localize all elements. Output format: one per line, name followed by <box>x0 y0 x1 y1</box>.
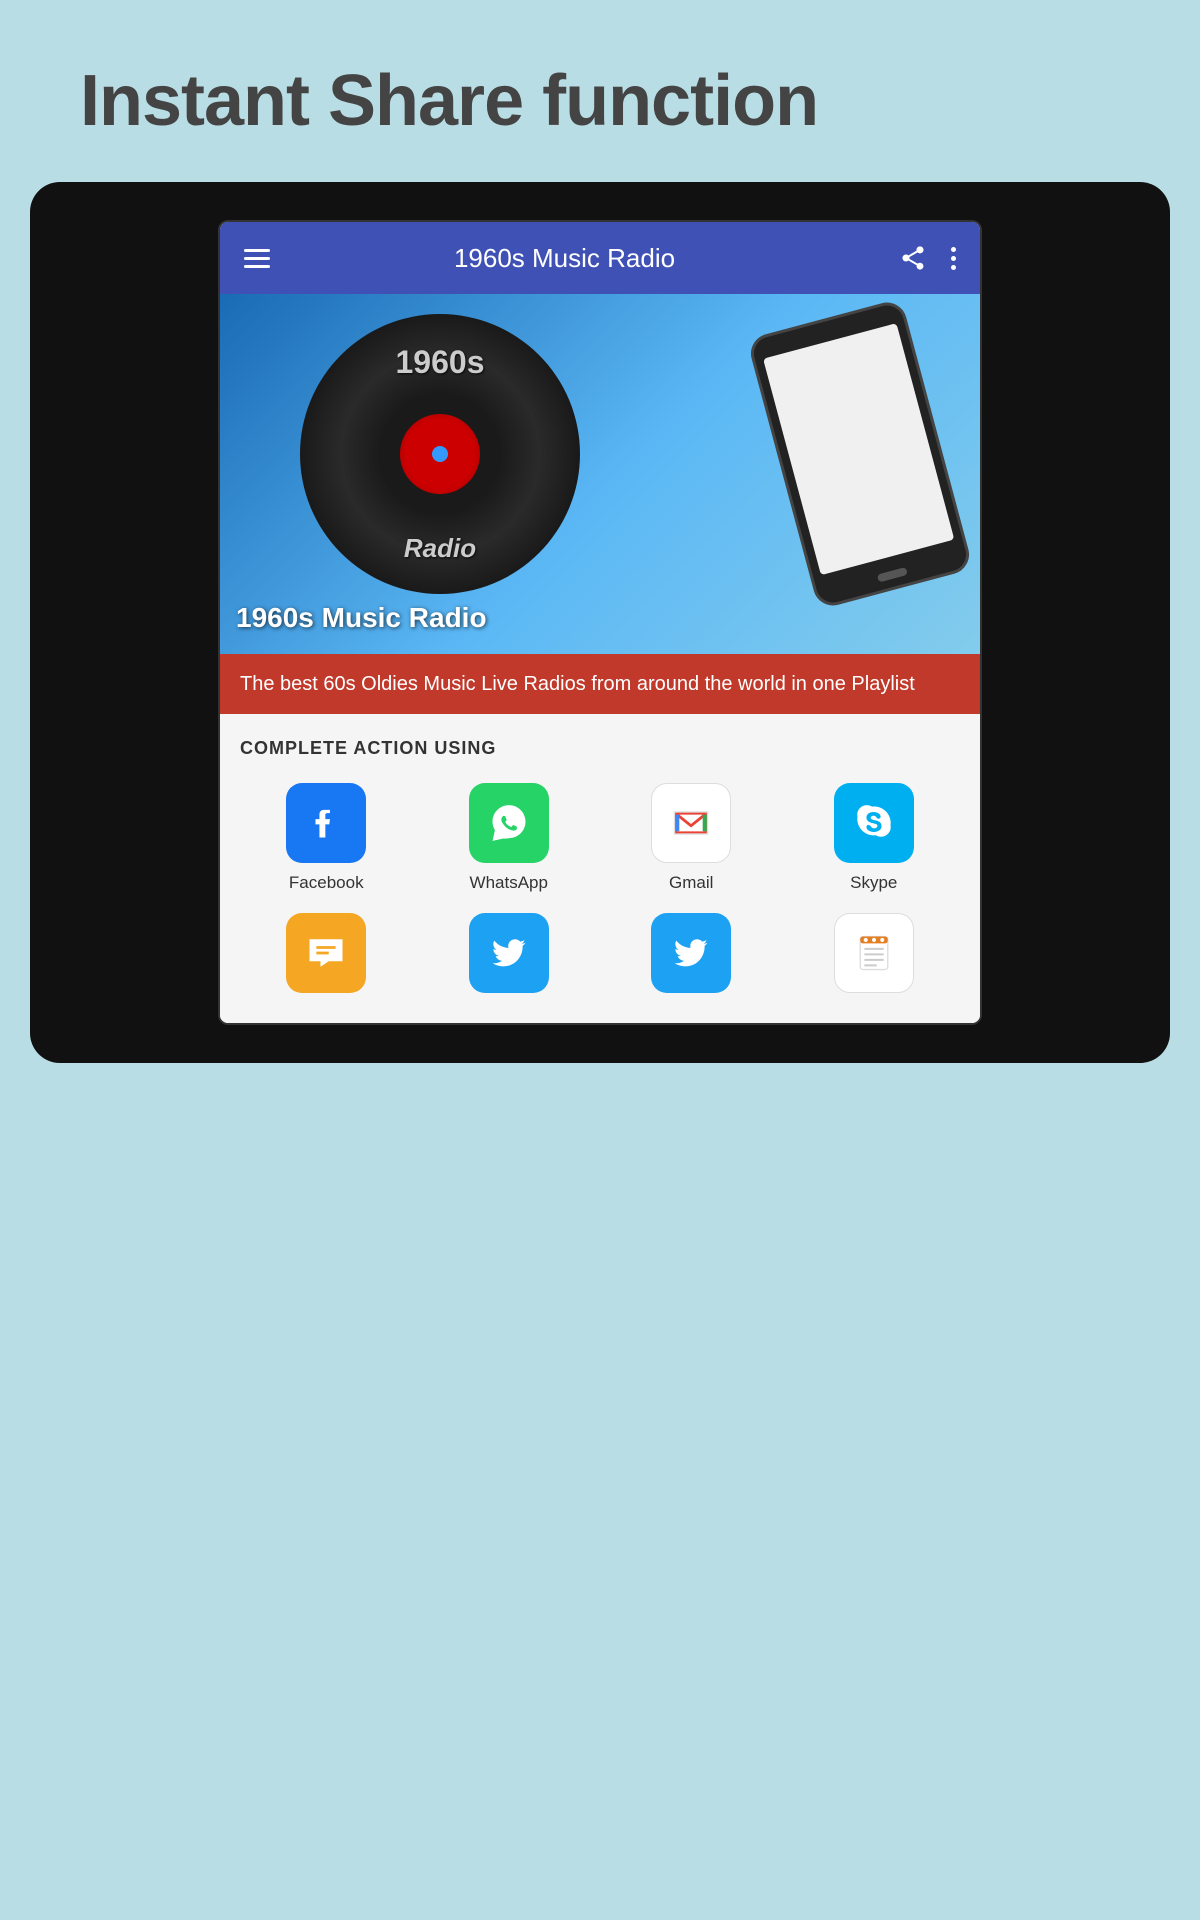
phone-mock-screen <box>763 323 954 575</box>
app-item-gmail[interactable]: Gmail <box>605 783 778 893</box>
app-item-facebook[interactable]: Facebook <box>240 783 413 893</box>
vinyl-text-top: 1960s <box>396 344 485 381</box>
dot1 <box>951 247 956 252</box>
action-title: COMPLETE ACTION USING <box>240 738 960 759</box>
chat-icon <box>286 913 366 993</box>
app-screen: 1960s Music Radio <box>220 222 980 1023</box>
dot3 <box>951 265 956 270</box>
share-button[interactable] <box>891 236 935 280</box>
facebook-icon <box>286 783 366 863</box>
app-item-notes[interactable] <box>788 913 961 1003</box>
gmail-icon <box>651 783 731 863</box>
vinyl-text-bottom: Radio <box>404 533 476 564</box>
action-section: COMPLETE ACTION USING Facebook <box>220 714 980 1023</box>
phone-mock-button <box>877 567 908 582</box>
twitter2-icon <box>651 913 731 993</box>
apps-grid-row2 <box>240 913 960 1003</box>
skype-icon <box>834 783 914 863</box>
hero-image: 1960s Radio 1960s Music Radio The best 6… <box>220 294 980 714</box>
skype-label: Skype <box>850 873 897 893</box>
vinyl-outer: 1960s Radio <box>300 314 580 594</box>
app-item-twitter2[interactable] <box>605 913 778 1003</box>
menu-button[interactable] <box>236 241 278 276</box>
app-item-twitter1[interactable] <box>423 913 596 1003</box>
notes-icon <box>834 913 914 993</box>
hero-subtitle-text: The best 60s Oldies Music Live Radios fr… <box>240 670 960 698</box>
dot2 <box>951 256 956 261</box>
phone-mockup <box>780 314 940 594</box>
app-item-whatsapp[interactable]: WhatsApp <box>423 783 596 893</box>
phone-mock-frame <box>746 298 973 610</box>
vinyl-record: 1960s Radio <box>300 314 580 594</box>
facebook-label: Facebook <box>289 873 364 893</box>
hero-overlay-title: 1960s Music Radio <box>236 602 487 634</box>
app-bar-actions <box>891 236 964 280</box>
app-item-chat[interactable] <box>240 913 413 1003</box>
app-bar-title: 1960s Music Radio <box>278 243 851 274</box>
vinyl-text: 1960s Radio <box>300 314 580 594</box>
app-bar: 1960s Music Radio <box>220 222 980 294</box>
whatsapp-icon <box>469 783 549 863</box>
page-title: Instant Share function <box>0 0 1200 182</box>
share-icon <box>899 244 927 272</box>
tablet-frame: 1960s Music Radio <box>30 182 1170 1063</box>
apps-grid-row1: Facebook WhatsApp <box>240 783 960 893</box>
whatsapp-label: WhatsApp <box>470 873 548 893</box>
hero-subtitle-bar: The best 60s Oldies Music Live Radios fr… <box>220 654 980 714</box>
more-button[interactable] <box>943 239 964 278</box>
app-item-skype[interactable]: Skype <box>788 783 961 893</box>
gmail-label: Gmail <box>669 873 713 893</box>
twitter1-icon <box>469 913 549 993</box>
